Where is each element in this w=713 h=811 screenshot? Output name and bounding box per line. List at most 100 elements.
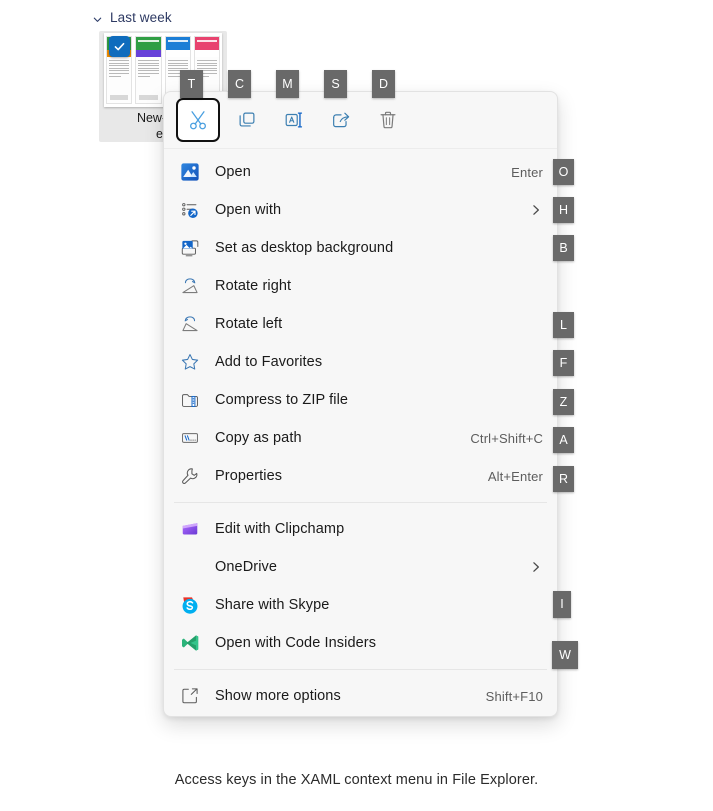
thumbnail-panel xyxy=(135,36,162,104)
show-more-options-icon-glyph xyxy=(182,688,198,704)
menu-item-accelerator: Alt+Enter xyxy=(487,468,543,484)
menu-section-more: Show more options Shift+F10 xyxy=(164,673,557,716)
delete-button[interactable] xyxy=(368,100,408,140)
menu-item-accelerator: Enter xyxy=(511,164,543,180)
check-icon xyxy=(114,42,125,51)
show-more-options-icon xyxy=(179,685,201,707)
access-key-badge-add-to-favorites: F xyxy=(553,350,574,376)
menu-item-share-with-skype[interactable]: Share with Skype xyxy=(164,586,557,624)
skype-icon xyxy=(179,594,201,616)
open-with-icon xyxy=(179,199,201,221)
file-group-label: Last week xyxy=(110,10,172,25)
trash-icon xyxy=(380,111,396,129)
menu-item-set-as-desktop-background[interactable]: Set as desktop background xyxy=(164,229,557,267)
chevron-right-icon xyxy=(529,560,543,574)
menu-item-open-with[interactable]: Open with xyxy=(164,191,557,229)
wrench-icon xyxy=(179,465,201,487)
copy-as-path-icon-glyph xyxy=(182,433,198,443)
menu-item-label: Open with Code Insiders xyxy=(215,635,377,651)
figure-caption: Access keys in the XAML context menu in … xyxy=(174,772,539,788)
photos-app-icon xyxy=(179,161,201,183)
access-key-badge-compress-to-zip: Z xyxy=(553,389,574,415)
menu-item-label: Open with xyxy=(215,202,282,218)
share-icon xyxy=(333,112,350,128)
menu-item-label: Edit with Clipchamp xyxy=(215,521,345,537)
access-key-badge-delete: D xyxy=(372,70,395,98)
context-menu-command-bar xyxy=(164,92,557,149)
menu-section-apps: Edit with Clipchamp OneDrive Share with … xyxy=(164,506,557,666)
menu-item-open-with-code-insiders[interactable]: Open with Code Insiders xyxy=(164,624,557,662)
menu-item-show-more-options[interactable]: Show more options Shift+F10 xyxy=(164,677,557,715)
copy-as-path-icon xyxy=(179,427,201,449)
chevron-right-icon xyxy=(529,203,543,217)
vscode-insiders-icon xyxy=(179,632,201,654)
menu-item-label: OneDrive xyxy=(215,559,278,575)
zip-icon xyxy=(179,389,201,411)
menu-item-label: Rotate right xyxy=(215,278,292,294)
menu-item-compress-to-zip-file[interactable]: Compress to ZIP file xyxy=(164,381,557,419)
chevron-down-icon xyxy=(92,12,103,23)
copy-button[interactable] xyxy=(227,100,267,140)
menu-item-label: Add to Favorites xyxy=(215,354,323,370)
access-key-badge-open-with: H xyxy=(553,197,574,223)
open-with-icon-glyph xyxy=(182,203,198,218)
scissors-icon xyxy=(190,111,206,130)
access-key-badge-share-with-skype: I xyxy=(553,591,571,618)
access-key-badge-copy: C xyxy=(228,70,251,98)
access-key-badge-rotate-left: L xyxy=(553,312,574,338)
photos-app-icon-glyph xyxy=(181,163,199,181)
desktop-background-icon xyxy=(179,237,201,259)
clipchamp-icon xyxy=(179,518,201,540)
menu-item-properties[interactable]: Properties Alt+Enter xyxy=(164,457,557,495)
access-key-badge-properties: R xyxy=(553,466,574,492)
access-key-badge-share: S xyxy=(324,70,347,98)
menu-item-copy-as-path[interactable]: Copy as path Ctrl+Shift+C xyxy=(164,419,557,457)
xaml-context-menu: Open Enter Open with Set as desktop back… xyxy=(163,91,558,717)
rename-button[interactable] xyxy=(274,100,314,140)
menu-item-label: Rotate left xyxy=(215,316,283,332)
menu-item-rotate-left[interactable]: Rotate left xyxy=(164,305,557,343)
access-key-badge-open: O xyxy=(553,159,574,185)
selection-check-badge[interactable] xyxy=(109,36,130,57)
star-icon-glyph xyxy=(181,354,199,370)
menu-item-label: Share with Skype xyxy=(215,597,330,613)
rotate-left-icon xyxy=(179,313,201,335)
menu-item-open[interactable]: Open Enter xyxy=(164,153,557,191)
menu-item-label: Properties xyxy=(215,468,283,484)
clipchamp-icon-glyph xyxy=(182,523,198,535)
access-key-badge-set-as-desktop-background: B xyxy=(553,235,574,261)
cut-button[interactable] xyxy=(176,98,220,142)
menu-item-onedrive[interactable]: OneDrive xyxy=(164,548,557,586)
menu-item-add-to-favorites[interactable]: Add to Favorites xyxy=(164,343,557,381)
rotate-right-icon-glyph xyxy=(182,278,198,294)
menu-item-label: Copy as path xyxy=(215,430,302,446)
zip-icon-glyph xyxy=(182,394,198,407)
desktop-background-icon-glyph xyxy=(181,240,199,257)
access-key-badge-cut: T xyxy=(180,70,203,98)
menu-item-accelerator: Shift+F10 xyxy=(485,688,543,704)
menu-separator xyxy=(174,669,547,670)
access-key-badge-copy-as-path: A xyxy=(553,427,574,453)
rename-icon xyxy=(285,112,303,128)
menu-item-edit-with-clipchamp[interactable]: Edit with Clipchamp xyxy=(164,510,557,548)
file-group-header[interactable]: Last week xyxy=(92,10,172,25)
rotate-left-icon-glyph xyxy=(182,316,198,332)
menu-item-label: Open xyxy=(215,164,251,180)
menu-item-label: Compress to ZIP file xyxy=(215,392,349,408)
wrench-icon-glyph xyxy=(182,468,198,484)
copy-icon xyxy=(239,112,255,127)
menu-item-rotate-right[interactable]: Rotate right xyxy=(164,267,557,305)
star-icon xyxy=(179,351,201,373)
onedrive-icon-placeholder xyxy=(179,556,201,578)
menu-section-primary: Open Enter Open with Set as desktop back… xyxy=(164,149,557,499)
menu-item-label: Set as desktop background xyxy=(215,240,394,256)
skype-icon-glyph xyxy=(182,597,198,614)
access-key-badge-rename: M xyxy=(276,70,299,98)
menu-item-label: Show more options xyxy=(215,688,341,704)
share-button[interactable] xyxy=(321,100,361,140)
rotate-right-icon xyxy=(179,275,201,297)
menu-item-accelerator: Ctrl+Shift+C xyxy=(470,430,543,446)
access-key-badge-open-with-code-insiders: W xyxy=(552,641,578,669)
vscode-insiders-icon-glyph xyxy=(182,635,199,651)
menu-separator xyxy=(174,502,547,503)
